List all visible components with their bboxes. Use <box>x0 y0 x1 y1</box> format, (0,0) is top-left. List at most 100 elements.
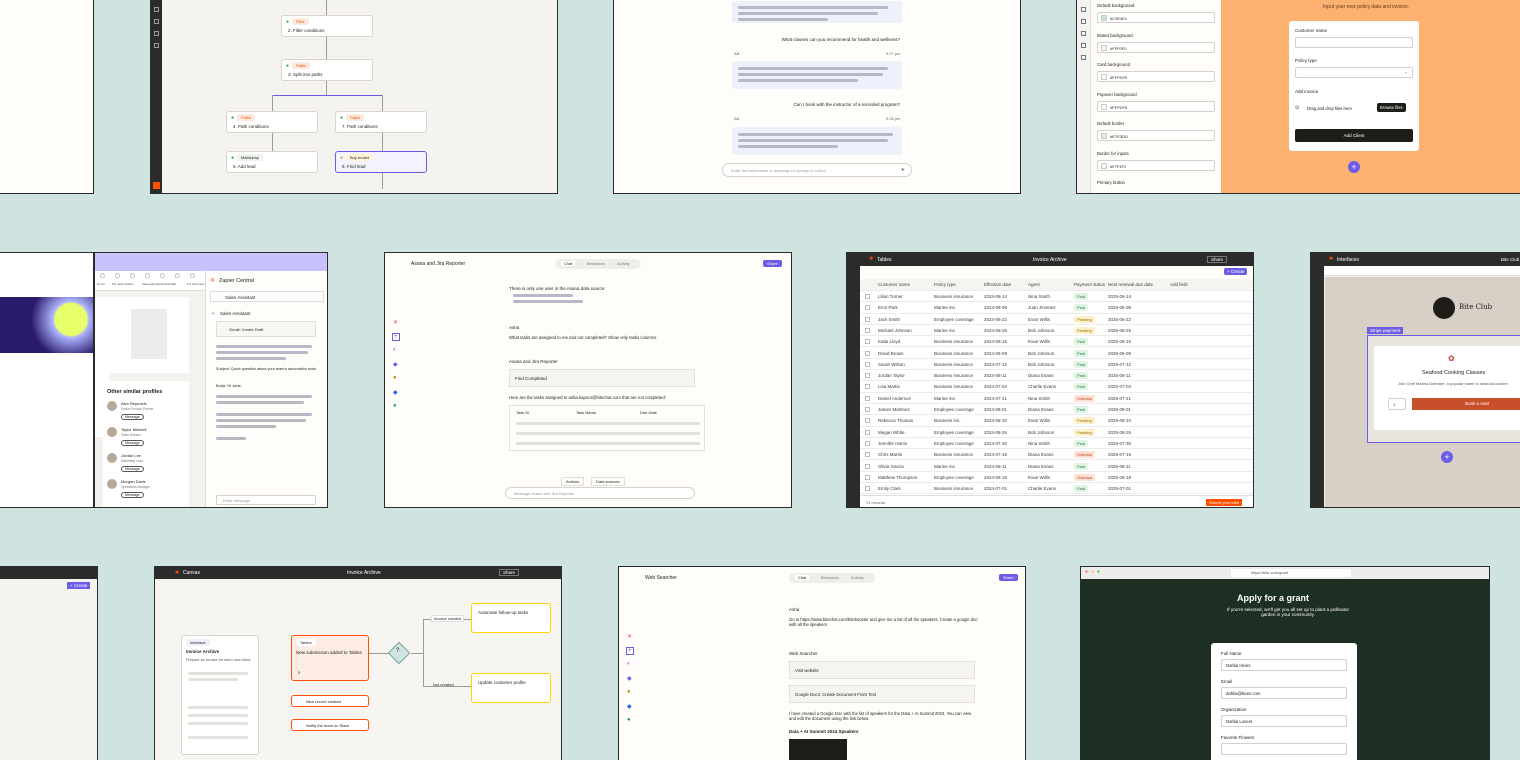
app-icon[interactable]: ◆ <box>627 703 632 710</box>
color-input[interactable]: #F7F4F2 <box>1097 159 1215 171</box>
action-step[interactable]: ● Mailchimp 5. Add lead <box>226 151 318 173</box>
table-cell[interactable]: Diana Evans <box>1028 452 1054 457</box>
table-cell[interactable]: Jack Smith <box>878 317 900 322</box>
app-icon[interactable]: ● <box>627 689 631 695</box>
message-button[interactable]: Message <box>121 440 144 446</box>
nav-icon[interactable] <box>1081 19 1086 24</box>
nav-label[interactable]: Jobs <box>127 282 133 286</box>
table-row[interactable]: Emir Park Marine ins. 2024-06-08 Juan Jimen… <box>860 302 1253 314</box>
tab-chat[interactable]: Chat <box>795 575 810 580</box>
table-cell[interactable]: 2025-07-04 <box>1108 384 1131 389</box>
nav-icon[interactable]: ▢ <box>145 273 150 279</box>
table-row[interactable]: Daniel Anderson Marine ins. 2024-07-21 Nina… <box>860 393 1253 404</box>
table-cell[interactable]: 2024-08-01 <box>984 407 1007 412</box>
table-cell[interactable]: David Brown <box>878 351 904 356</box>
table-cell[interactable]: Daniel Anderson <box>878 396 911 401</box>
avatar[interactable] <box>107 401 117 411</box>
app-icon[interactable]: ● <box>627 717 631 723</box>
table-cell[interactable]: 2025-06-08 <box>1108 305 1131 310</box>
message-input[interactable]: Enter message <box>216 495 316 505</box>
table-row[interactable]: Rebecca Thomas Business ins. 2024-08-10 Eva… <box>860 415 1253 427</box>
table-row[interactable]: Jennifer Harris Employee coverage 2024-07-… <box>860 438 1253 450</box>
table-cell[interactable]: 2024-06-14 <box>984 294 1007 299</box>
table-cell[interactable]: 2024-07-30 <box>984 441 1007 446</box>
app-icon[interactable]: ◆ <box>393 361 398 368</box>
table-cell[interactable]: Marine ins. <box>934 464 956 469</box>
avatar[interactable] <box>107 453 117 463</box>
table-cell[interactable]: Jordan Taylor <box>878 373 905 378</box>
table-cell[interactable]: Evan Willis <box>1028 475 1050 480</box>
table-cell[interactable]: Employee coverage <box>934 475 974 480</box>
nav-icon[interactable]: ▢ <box>190 273 195 279</box>
row-checkbox[interactable] <box>865 474 870 480</box>
path-step[interactable]: ● Paths 4. Path conditions <box>226 111 318 133</box>
table-cell[interactable]: Michael Johnson <box>878 328 912 333</box>
nav-icon[interactable] <box>1081 55 1086 60</box>
workflow-step[interactable]: ● Paths 3. Split into paths <box>281 59 373 81</box>
nav-label[interactable]: For Business <box>187 282 205 286</box>
person-name[interactable]: Taylor Mitchell <box>121 427 146 432</box>
app-icon[interactable]: ◆ <box>627 675 632 682</box>
table-cell[interactable]: Business insurance <box>934 486 973 491</box>
table-row[interactable]: Michael Johnson Marine ins. 2024-06-25 Bob … <box>860 325 1253 337</box>
row-checkbox[interactable] <box>865 327 870 333</box>
color-input[interactable]: #FFF0F0 <box>1097 41 1215 53</box>
table-cell[interactable]: Nina Smith <box>1028 441 1050 446</box>
table-cell[interactable]: Lilian Turner <box>878 294 903 299</box>
nav-label[interactable]: Notifications <box>157 282 173 286</box>
table-cell[interactable]: Nina Smith <box>1028 294 1050 299</box>
table-cell[interactable]: Nina Smith <box>1028 396 1050 401</box>
table-cell[interactable]: Charlie Evans <box>1028 486 1056 491</box>
nav-label[interactable]: Home <box>97 282 105 286</box>
table-row[interactable]: Lilian Turner Business insurance 2024-06-1… <box>860 291 1253 303</box>
table-cell[interactable]: Lisa Martin <box>878 384 900 389</box>
add-icon[interactable]: + <box>1348 161 1360 173</box>
add-icon[interactable]: + <box>626 647 634 655</box>
table-row[interactable]: Jack Smith Employee coverage 2024-06-22 Eva… <box>860 314 1253 325</box>
add-icon[interactable]: + <box>392 333 400 341</box>
table-cell[interactable]: Marine ins. <box>934 305 956 310</box>
tab-behaviors[interactable]: Behaviors <box>821 575 839 580</box>
row-checkbox[interactable] <box>865 452 870 458</box>
table-cell[interactable]: James Martinez <box>878 407 910 412</box>
form-field[interactable] <box>1221 743 1347 755</box>
form-field[interactable]: Dahlia Lovers <box>1221 715 1347 727</box>
table-cell[interactable]: 2025-08-11 <box>1108 464 1131 469</box>
tab-activity[interactable]: Activity <box>617 261 630 266</box>
person-name[interactable]: Alex Reynolds <box>121 401 147 406</box>
table-cell[interactable]: 2024-08-10 <box>984 418 1007 423</box>
row-checkbox[interactable] <box>865 407 870 412</box>
table-cell[interactable]: Diana Evans <box>1028 407 1054 412</box>
table-cell[interactable]: Employee coverage <box>934 430 974 435</box>
table-cell[interactable]: 2025-07-21 <box>1108 396 1131 401</box>
app-icon[interactable]: ◐ <box>393 347 397 353</box>
table-cell[interactable]: 2025-06-14 <box>1108 294 1131 299</box>
tab-activity[interactable]: Activity <box>851 575 864 580</box>
app-icon[interactable]: ◐ <box>627 661 631 667</box>
table-cell[interactable]: 2024-08-11 <box>984 464 1007 469</box>
table-cell[interactable]: Bob Johnson <box>1028 351 1054 356</box>
share-button[interactable]: Share <box>499 569 520 576</box>
row-checkbox[interactable] <box>865 429 870 435</box>
table-cell[interactable]: 2024-07-12 <box>984 362 1007 367</box>
table-cell[interactable]: 2025-07-15 <box>1108 452 1131 457</box>
chat-input[interactable]: Enter the information or message for peo… <box>722 163 912 177</box>
nav-icon[interactable]: ▢ <box>115 273 120 279</box>
assistant-select[interactable]: Sales Assistant <box>210 291 324 302</box>
table-cell[interactable]: 2025-08-26 <box>1108 430 1131 435</box>
app-icon[interactable]: ● <box>393 403 397 409</box>
message-button[interactable]: Message <box>121 466 144 472</box>
table-cell[interactable]: 2025-06-09 <box>1108 351 1131 356</box>
table-row[interactable]: Chris Martin Business insurance 2024-07-15… <box>860 449 1253 461</box>
table-cell[interactable]: 2024-06-22 <box>984 317 1007 322</box>
table-cell[interactable]: 2025-06-22 <box>1108 317 1131 322</box>
column-header[interactable]: Next renewal due date <box>1108 282 1153 287</box>
table-cell[interactable]: Juan Jimenez <box>1028 305 1056 310</box>
column-header[interactable]: Payment status <box>1074 282 1105 287</box>
nav-label[interactable]: Me <box>172 282 176 286</box>
table-cell[interactable]: 2024-07-01 <box>984 486 1007 491</box>
table-row[interactable]: Jordan Taylor Business insurance 2024-08-1… <box>860 370 1253 382</box>
action-node[interactable]: New record created <box>291 695 369 707</box>
table-cell[interactable]: Evan Willis <box>1028 418 1050 423</box>
table-cell[interactable]: 2025-08-11 <box>1108 373 1131 378</box>
